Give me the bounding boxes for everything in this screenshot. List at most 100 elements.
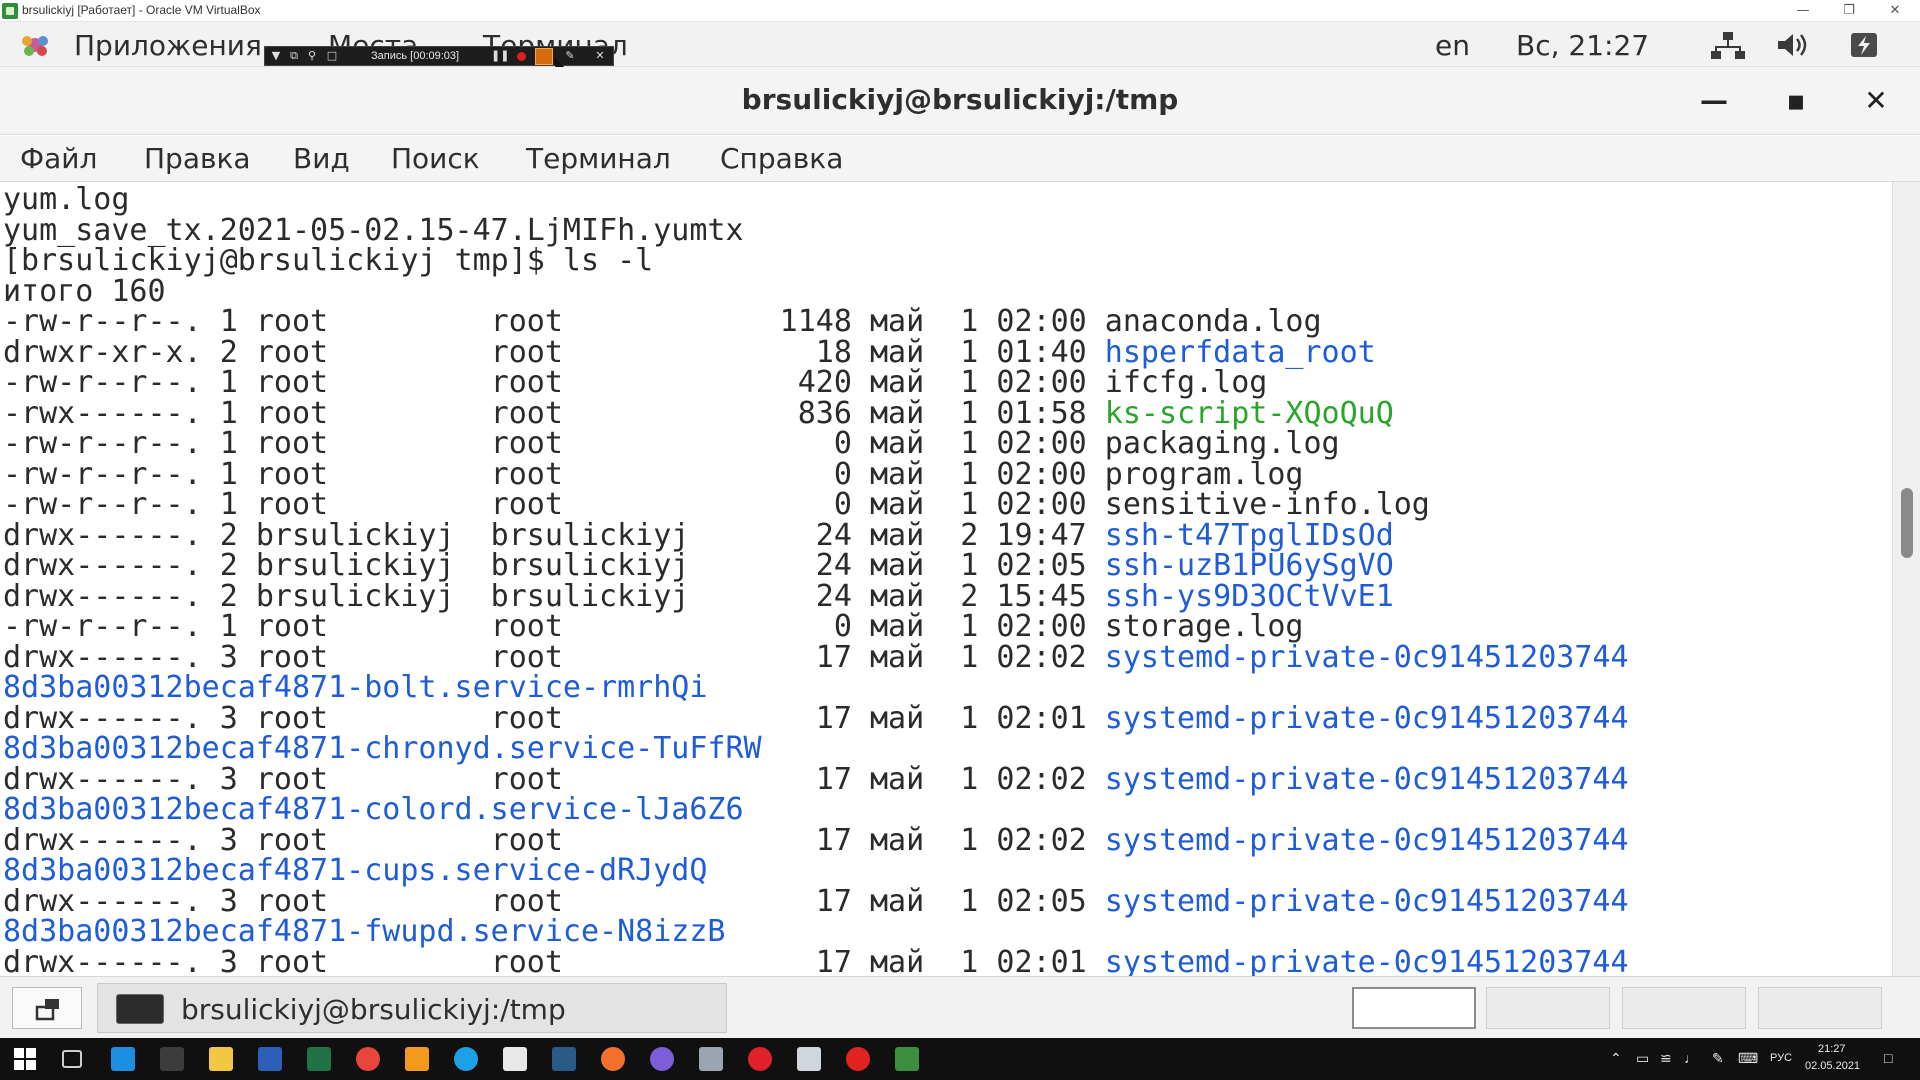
app-orange-icon[interactable] <box>405 1047 429 1071</box>
tray-battery-icon[interactable]: ▭ <box>1636 1050 1649 1067</box>
menu-edit[interactable]: Правка <box>144 142 251 175</box>
ls-entry-row: drwx------. 3 root root 17 май 1 02:02 s… <box>3 822 1629 858</box>
excel-icon[interactable] <box>307 1047 331 1071</box>
firefox-icon[interactable] <box>601 1047 625 1071</box>
skype-icon[interactable] <box>454 1047 478 1071</box>
opera-icon[interactable] <box>748 1047 772 1071</box>
ls-entry-name: systemd-private-0c91451203744 <box>1104 883 1629 919</box>
volume-icon[interactable] <box>1776 30 1812 60</box>
ls-entry-row: drwx------. 3 root root 17 май 1 02:02 s… <box>3 761 1629 797</box>
network-icon[interactable] <box>1710 30 1746 60</box>
workspace-4[interactable] <box>1758 987 1882 1029</box>
ls-entry-row: drwx------. 3 root root 17 май 1 02:01 s… <box>3 944 1629 976</box>
ls-entry-row: -rw-r--r--. 1 root root 0 май 1 02:00 pr… <box>3 459 1303 491</box>
edge-icon[interactable] <box>111 1047 135 1071</box>
steam-icon[interactable] <box>552 1047 576 1071</box>
ls-wrapped-name: 8d3ba00312becaf4871-cups.service-dRJydQ <box>3 853 708 888</box>
tray-wifi-icon[interactable]: ≌ <box>1660 1050 1672 1067</box>
tray-volume-icon[interactable]: ♩ <box>1684 1050 1698 1066</box>
ls-entry-row: -rw-r--r--. 1 root root 0 май 1 02:00 se… <box>3 489 1430 521</box>
recording-timer: Запись [00:09:03] <box>371 50 460 62</box>
notifications-icon[interactable]: □ <box>1884 1050 1892 1066</box>
terminal-line: yum_save_tx.2021-05-02.15-47.LjMIFh.yumt… <box>3 212 744 248</box>
ls-entry-row: drwx------. 3 root root 17 май 1 02:05 s… <box>3 883 1629 919</box>
ls-entry-row: drwx------. 2 brsulickiyj brsulickiyj 24… <box>3 581 1394 613</box>
ls-entry-row: drwx------. 3 root root 17 май 1 02:01 s… <box>3 700 1629 736</box>
power-icon[interactable] <box>1846 30 1882 60</box>
applications-menu[interactable]: Приложения <box>74 29 262 62</box>
record-icon[interactable] <box>517 52 526 61</box>
menu-search[interactable]: Поиск <box>391 142 480 175</box>
tray-up-arrow-icon[interactable]: ⌃ <box>1610 1050 1622 1067</box>
frame-icon[interactable]: □ <box>325 49 339 63</box>
workspace-1[interactable] <box>1352 987 1476 1029</box>
host-window-title: brsulickiyj [Работает] - Oracle VM Virtu… <box>22 3 261 17</box>
ls-entry-meta: drwx------. 3 root root 17 май 1 02:01 <box>3 944 1105 976</box>
ls-wrapped-name: 8d3ba00312becaf4871-chronyd.service-TuFf… <box>3 731 762 766</box>
tray-time: 21:27 <box>1818 1043 1846 1055</box>
taskbar-terminal-item[interactable]: brsulickiyj@brsulickiyj:/tmp <box>97 983 727 1033</box>
chrome-icon[interactable] <box>356 1047 380 1071</box>
show-desktop-button[interactable] <box>12 987 82 1029</box>
virtualbox-icon[interactable] <box>895 1047 919 1071</box>
word-icon[interactable] <box>258 1047 282 1071</box>
ls-entry-row: drwxr-xr-x. 2 root root 18 май 1 01:40 h… <box>3 337 1376 369</box>
dropdown-icon[interactable]: ▼ <box>269 49 283 63</box>
ls-entry-row: -rw-r--r--. 1 root root 0 май 1 02:00 st… <box>3 611 1303 643</box>
window-icon[interactable]: ⧉ <box>287 49 301 63</box>
firefox-dev-icon[interactable] <box>650 1047 674 1071</box>
tray-pen-icon[interactable]: ✎ <box>1712 1050 1724 1067</box>
menu-file[interactable]: Файл <box>20 142 97 175</box>
recorder-close-icon[interactable]: ✕ <box>593 49 607 63</box>
keyboard-layout-indicator[interactable]: en <box>1435 29 1470 62</box>
ls-entry-row: -rw-r--r--. 1 root root 0 май 1 02:00 pa… <box>3 428 1340 460</box>
close-icon[interactable]: ✕ <box>1872 0 1918 22</box>
terminal-maximize-icon[interactable]: ▪ <box>1776 83 1816 119</box>
virtualbox-cube-icon[interactable] <box>797 1047 821 1071</box>
terminal-line: итого 160 <box>3 273 166 309</box>
terminal-output[interactable]: yum.log yum_save_tx.2021-05-02.15-47.LjMI… <box>0 182 1892 976</box>
ls-entry-name: systemd-private-0c91451203744 <box>1104 822 1629 858</box>
ls-entry-name: systemd-private-0c91451203744 <box>1104 761 1629 797</box>
terminal-close-icon[interactable]: ✕ <box>1856 83 1896 119</box>
app-folder-icon[interactable] <box>699 1047 723 1071</box>
gnome-bottom-panel: brsulickiyj@brsulickiyj:/tmp <box>0 976 1920 1038</box>
recorder-icon[interactable] <box>846 1047 870 1071</box>
host-titlebar: brsulickiyj [Работает] - Oracle VM Virtu… <box>0 0 1920 22</box>
pen-icon[interactable]: ✎ <box>563 49 577 63</box>
menu-terminal[interactable]: Терминал <box>526 142 671 175</box>
minimize-icon[interactable]: — <box>1780 0 1826 22</box>
terminal-line: [brsulickiyj@brsulickiyj tmp]$ ls -l <box>3 243 654 278</box>
ls-wrapped-name: 8d3ba00312becaf4871-fwupd.service-N8izzB <box>3 914 726 949</box>
ls-entry-row: -rwx------. 1 root root 836 май 1 01:58 … <box>3 398 1394 430</box>
start-icon[interactable] <box>13 1047 37 1071</box>
virtualbox-icon <box>2 3 18 19</box>
ls-entry-row: drwx------. 2 brsulickiyj brsulickiyj 24… <box>3 520 1394 552</box>
task-view-icon[interactable] <box>62 1050 82 1068</box>
workspace-2[interactable] <box>1486 987 1610 1029</box>
tray-keyboard-icon[interactable]: ⌨ <box>1738 1050 1758 1067</box>
windows-taskbar: РУС 21:27 02.05.2021 ⌃ ▭ ≌ ♩ ✎ ⌨ □ <box>0 1038 1920 1080</box>
terminal-minimize-icon[interactable]: — <box>1694 83 1734 119</box>
terminal-app-icon[interactable] <box>160 1047 184 1071</box>
ls-entry-name: systemd-private-0c91451203744 <box>1104 700 1629 736</box>
menu-view[interactable]: Вид <box>293 142 350 175</box>
files-icon[interactable] <box>503 1047 527 1071</box>
ls-wrapped-name: 8d3ba00312becaf4871-colord.service-lJa6Z… <box>3 792 744 827</box>
terminal-scrollbar[interactable] <box>1892 182 1920 976</box>
workspace-3[interactable] <box>1622 987 1746 1029</box>
tray-date: 02.05.2021 <box>1805 1060 1861 1072</box>
terminal-titlebar: brsulickiyj@brsulickiyj:/tmp — ▪ ✕ <box>0 67 1920 135</box>
ls-entry-row: drwx------. 2 brsulickiyj brsulickiyj 24… <box>3 550 1394 582</box>
scrollbar-thumb[interactable] <box>1901 488 1913 558</box>
menu-help[interactable]: Справка <box>720 142 843 175</box>
terminal-line: yum.log <box>3 182 130 217</box>
tray-lang[interactable]: РУС <box>1770 1052 1792 1064</box>
clock[interactable]: Вс, 21:27 <box>1516 29 1649 62</box>
restore-icon[interactable]: ❐ <box>1826 0 1872 22</box>
terminal-title: brsulickiyj@brsulickiyj:/tmp <box>741 83 1179 116</box>
file-explorer-icon[interactable] <box>209 1047 233 1071</box>
pause-icon[interactable]: ❚❚ <box>491 49 509 63</box>
zoom-icon[interactable]: ⚲ <box>305 49 319 63</box>
ls-entry-row: -rw-r--r--. 1 root root 420 май 1 02:00 … <box>3 367 1267 399</box>
